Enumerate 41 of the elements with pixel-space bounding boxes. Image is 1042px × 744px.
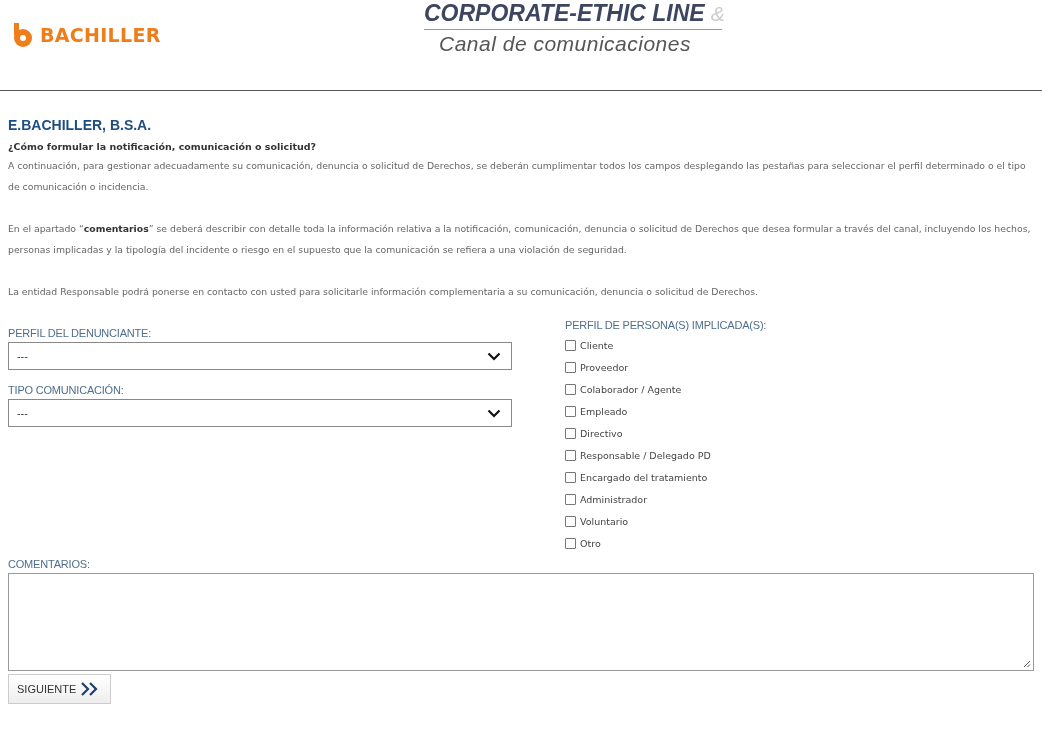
checkbox-label: Otro	[580, 537, 601, 549]
checkbox[interactable]	[565, 537, 576, 549]
checkbox[interactable]	[565, 383, 576, 395]
checkbox-label: Administrador	[580, 493, 648, 505]
checkbox[interactable]	[565, 493, 576, 505]
title-suffix: &	[710, 2, 725, 25]
site-subtitle: Canal de comunicaciones	[438, 31, 692, 56]
company-name: E.BACHILLER, B.S.A.	[8, 117, 153, 133]
field-label: TIPO COMUNICACIÓN:	[8, 384, 125, 396]
chevron-down-icon	[487, 351, 501, 361]
resize-handle-icon	[1022, 659, 1031, 668]
checkbox-label: Responsable / Delegado PD	[580, 449, 711, 461]
checkbox[interactable]	[565, 339, 576, 351]
comments-field[interactable]	[8, 573, 1034, 671]
checkbox[interactable]	[565, 405, 576, 417]
checkbox-label: Voluntario	[580, 515, 629, 527]
checkbox[interactable]	[565, 361, 576, 373]
checkbox-label: Empleado	[580, 405, 628, 417]
checkbox[interactable]	[565, 427, 576, 439]
checkbox-label: Colaborador / Agente	[580, 383, 682, 395]
select-field[interactable]: ---	[8, 399, 512, 427]
checkbox[interactable]	[565, 515, 576, 527]
next-button[interactable]: SIGUIENTE	[8, 674, 112, 704]
checkbox[interactable]	[565, 449, 576, 461]
checkbox[interactable]	[565, 471, 576, 483]
checkbox-label: Proveedor	[580, 361, 629, 373]
checkbox-label: Cliente	[580, 339, 614, 351]
field-label: PERFIL DE PERSONA(S) IMPLICADA(S):	[565, 319, 767, 331]
brand-name: BACHILLER	[40, 24, 161, 46]
checkbox-label: Encargado del tratamiento	[580, 471, 708, 483]
field-label: COMENTARIOS:	[8, 558, 91, 570]
intro-paragraph: En el apartado “comentarios” se deberá describir con detalle toda la información relativa a la notificación, comunicación, denuncia o solicitud de Derechos que desea formular a través del canal, incluyendo los hechos, personas implicadas y la tipología del incidente o riesgo en el supuesto que la comunicación se refiera a una violación de seguridad.	[8, 222, 1032, 257]
chevron-down-icon	[487, 408, 501, 418]
checkbox-label: Directivo	[580, 427, 623, 439]
field-label: PERFIL DEL DENUNCIANTE:	[8, 327, 153, 339]
intro-paragraph: A continuación, para gestionar adecuadamente su comunicación, denuncia o solicitud de Derechos, se deberán cumplimentar todos los campos desplegando las pestañas para seleccionar el perfil determinado o el tipo de comunicación o incidencia.	[8, 159, 1027, 194]
logo-icon	[12, 22, 34, 48]
intro-heading: ¿Cómo formular la notificación, comunicación o solicitud?	[8, 141, 318, 152]
intro-paragraph: La entidad Responsable podrá ponerse en contacto con usted para solicitarle información complementaria a su comunicación, denuncia o solicitud de Derechos.	[8, 285, 760, 299]
site-title: CORPORATE-ETHIC LINE	[424, 0, 705, 26]
select-field[interactable]: ---	[8, 342, 512, 370]
